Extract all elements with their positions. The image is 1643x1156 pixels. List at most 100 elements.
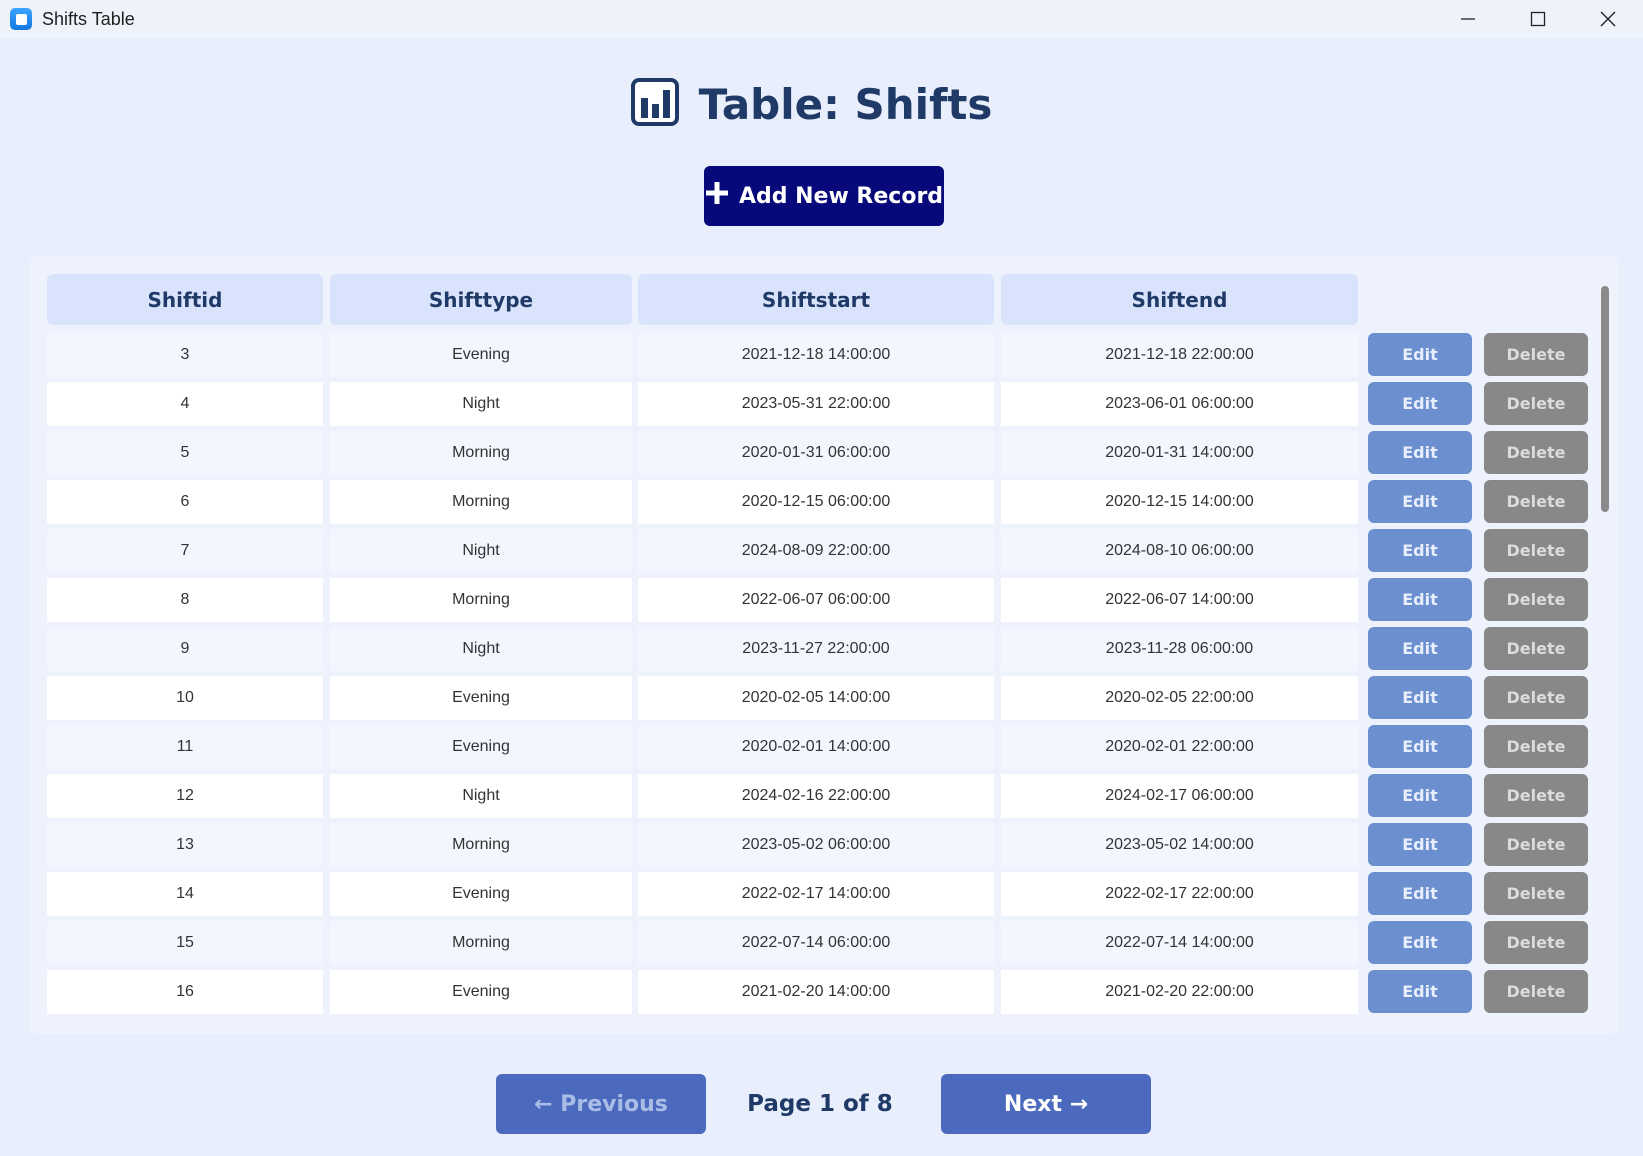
cell-shiftend: 2021-02-20 22:00:00 [1001, 970, 1358, 1014]
table-row: 9 Night 2023-11-27 22:00:00 2023-11-28 06:0… [29, 627, 1619, 671]
cell-shiftstart: 2020-12-15 06:00:00 [638, 480, 994, 524]
delete-button[interactable]: Delete [1484, 970, 1588, 1013]
minimize-icon[interactable] [1433, 0, 1503, 38]
page-indicator: Page 1 of 8 [747, 1091, 893, 1117]
table-row: 10 Evening 2020-02-05 14:00:00 2020-02-05 2… [29, 676, 1619, 720]
cell-shiftend: 2020-02-01 22:00:00 [1001, 725, 1358, 769]
table-row: 13 Morning 2023-05-02 06:00:00 2023-05-02 1… [29, 823, 1619, 867]
cell-shiftid: 5 [47, 431, 323, 475]
delete-button[interactable]: Delete [1484, 725, 1588, 768]
cell-shiftend: 2020-02-05 22:00:00 [1001, 676, 1358, 720]
delete-button[interactable]: Delete [1484, 431, 1588, 474]
cell-shifttype: Evening [330, 970, 632, 1014]
edit-button[interactable]: Edit [1368, 529, 1472, 572]
table-row: 11 Evening 2020-02-01 14:00:00 2020-02-01 2… [29, 725, 1619, 769]
cell-shifttype: Morning [330, 480, 632, 524]
delete-button[interactable]: Delete [1484, 823, 1588, 866]
cell-shiftend: 2021-12-18 22:00:00 [1001, 333, 1358, 377]
cell-shiftstart: 2020-01-31 06:00:00 [638, 431, 994, 475]
delete-button[interactable]: Delete [1484, 578, 1588, 621]
cell-shiftstart: 2021-12-18 14:00:00 [638, 333, 994, 377]
table-row: 3 Evening 2021-12-18 14:00:00 2021-12-18 22… [29, 333, 1619, 377]
cell-shiftid: 15 [47, 921, 323, 965]
cell-shiftend: 2020-01-31 14:00:00 [1001, 431, 1358, 475]
cell-shiftid: 14 [47, 872, 323, 916]
next-page-button[interactable]: Next → [941, 1074, 1151, 1134]
delete-button[interactable]: Delete [1484, 382, 1588, 425]
edit-button[interactable]: Edit [1368, 921, 1472, 964]
delete-button[interactable]: Delete [1484, 627, 1588, 670]
bar-chart-icon [630, 78, 679, 130]
cell-shiftid: 12 [47, 774, 323, 818]
cell-shiftstart: 2022-02-17 14:00:00 [638, 872, 994, 916]
edit-button[interactable]: Edit [1368, 676, 1472, 719]
cell-shifttype: Evening [330, 872, 632, 916]
cell-shiftid: 9 [47, 627, 323, 671]
column-header-shiftid[interactable]: Shiftid [47, 274, 323, 325]
delete-button[interactable]: Delete [1484, 529, 1588, 572]
cell-shiftstart: 2020-02-01 14:00:00 [638, 725, 994, 769]
cell-shiftid: 4 [47, 382, 323, 426]
cell-shiftend: 2023-05-02 14:00:00 [1001, 823, 1358, 867]
delete-button[interactable]: Delete [1484, 676, 1588, 719]
previous-page-button[interactable]: ← Previous [496, 1074, 706, 1134]
table-row: 5 Morning 2020-01-31 06:00:00 2020-01-31 14… [29, 431, 1619, 475]
cell-shiftstart: 2023-05-31 22:00:00 [638, 382, 994, 426]
delete-button[interactable]: Delete [1484, 774, 1588, 817]
cell-shiftstart: 2020-02-05 14:00:00 [638, 676, 994, 720]
cell-shiftid: 8 [47, 578, 323, 622]
cell-shiftid: 7 [47, 529, 323, 573]
cell-shiftend: 2022-02-17 22:00:00 [1001, 872, 1358, 916]
edit-button[interactable]: Edit [1368, 970, 1472, 1013]
cell-shifttype: Morning [330, 921, 632, 965]
delete-button[interactable]: Delete [1484, 480, 1588, 523]
cell-shiftid: 6 [47, 480, 323, 524]
column-header-shifttype[interactable]: Shifttype [330, 274, 632, 325]
edit-button[interactable]: Edit [1368, 382, 1472, 425]
delete-button[interactable]: Delete [1484, 921, 1588, 964]
cell-shiftstart: 2023-11-27 22:00:00 [638, 627, 994, 671]
edit-button[interactable]: Edit [1368, 725, 1472, 768]
column-header-shiftend[interactable]: Shiftend [1001, 274, 1358, 325]
edit-button[interactable]: Edit [1368, 480, 1472, 523]
column-header-shiftstart[interactable]: Shiftstart [638, 274, 994, 325]
cell-shifttype: Night [330, 529, 632, 573]
table-row: 15 Morning 2022-07-14 06:00:00 2022-07-14 1… [29, 921, 1619, 965]
cell-shiftend: 2024-08-10 06:00:00 [1001, 529, 1358, 573]
edit-button[interactable]: Edit [1368, 823, 1472, 866]
cell-shifttype: Evening [330, 333, 632, 377]
cell-shiftid: 10 [47, 676, 323, 720]
cell-shiftid: 11 [47, 725, 323, 769]
cell-shiftend: 2023-06-01 06:00:00 [1001, 382, 1358, 426]
cell-shiftid: 16 [47, 970, 323, 1014]
page-title: Table: Shifts [698, 79, 993, 129]
edit-button[interactable]: Edit [1368, 627, 1472, 670]
cell-shifttype: Night [330, 774, 632, 818]
page-heading: Table: Shifts [0, 78, 1643, 130]
edit-button[interactable]: Edit [1368, 872, 1472, 915]
title-bar: Shifts Table [0, 0, 1643, 38]
edit-button[interactable]: Edit [1368, 333, 1472, 376]
table-row: 12 Night 2024-02-16 22:00:00 2024-02-17 06:… [29, 774, 1619, 818]
delete-button[interactable]: Delete [1484, 333, 1588, 376]
edit-button[interactable]: Edit [1368, 431, 1472, 474]
table-row: 4 Night 2023-05-31 22:00:00 2023-06-01 06:0… [29, 382, 1619, 426]
cell-shiftstart: 2022-06-07 06:00:00 [638, 578, 994, 622]
cell-shifttype: Night [330, 627, 632, 671]
maximize-icon[interactable] [1503, 0, 1573, 38]
vertical-scrollbar[interactable] [1601, 286, 1609, 512]
delete-button[interactable]: Delete [1484, 872, 1588, 915]
edit-button[interactable]: Edit [1368, 774, 1472, 817]
cell-shiftstart: 2023-05-02 06:00:00 [638, 823, 994, 867]
edit-button[interactable]: Edit [1368, 578, 1472, 621]
cell-shiftend: 2023-11-28 06:00:00 [1001, 627, 1358, 671]
cell-shiftstart: 2024-02-16 22:00:00 [638, 774, 994, 818]
cell-shifttype: Morning [330, 823, 632, 867]
cell-shiftstart: 2022-07-14 06:00:00 [638, 921, 994, 965]
add-new-record-button[interactable]: Add New Record [704, 166, 944, 226]
close-icon[interactable] [1573, 0, 1643, 38]
table-row: 14 Evening 2022-02-17 14:00:00 2022-02-17 2… [29, 872, 1619, 916]
table-row: 16 Evening 2021-02-20 14:00:00 2021-02-20 2… [29, 970, 1619, 1014]
app-icon [10, 8, 32, 30]
table-row: 6 Morning 2020-12-15 06:00:00 2020-12-15 14… [29, 480, 1619, 524]
